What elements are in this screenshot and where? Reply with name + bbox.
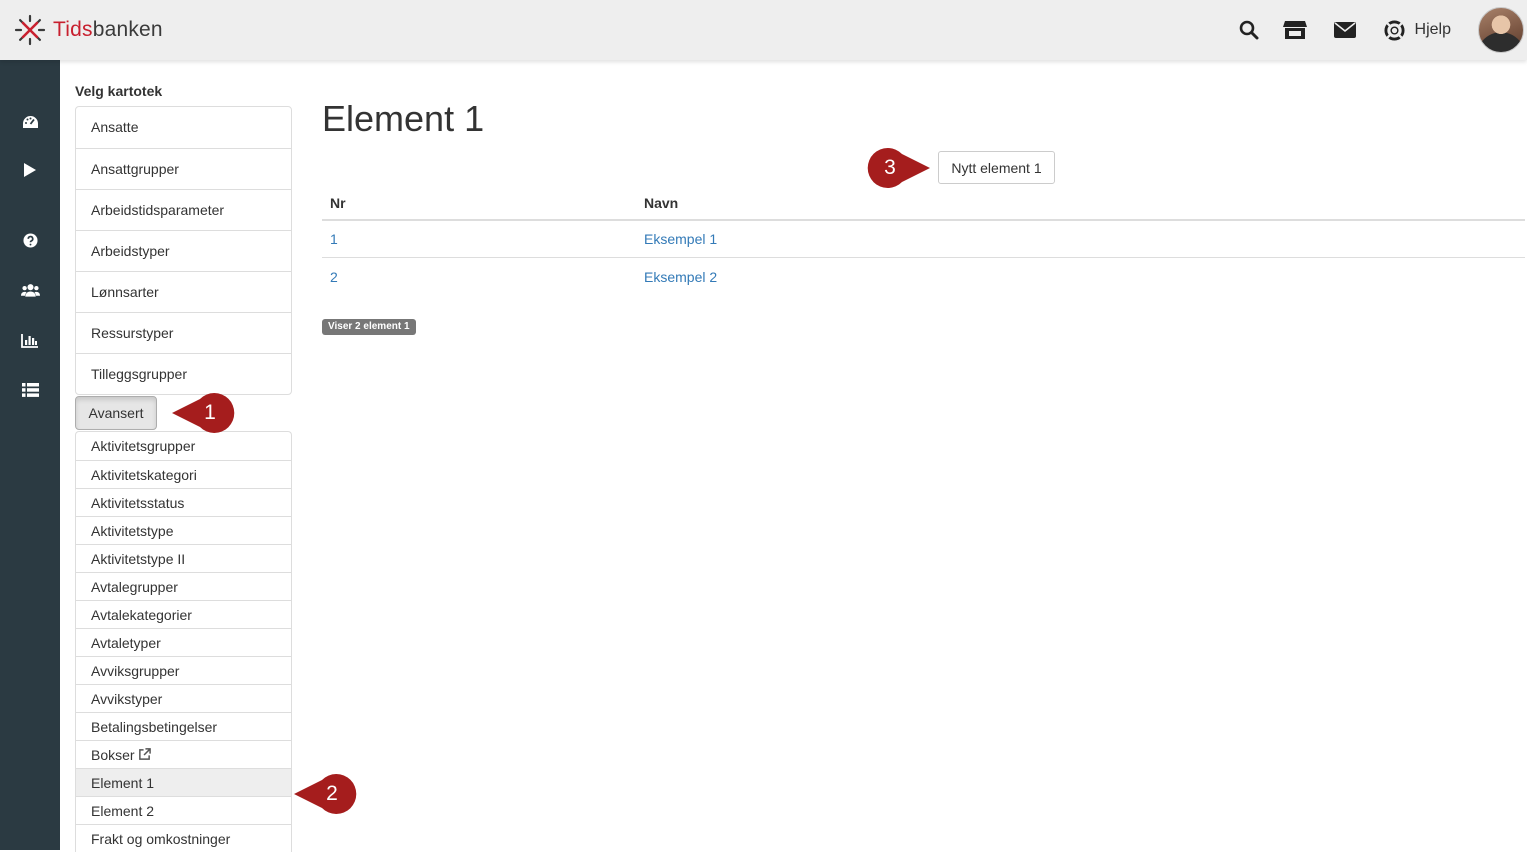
adv-item-frakt-og-omkostninger[interactable]: Frakt og omkostninger [76,824,291,852]
row-navn-link[interactable]: Eksempel 1 [644,231,717,247]
adv-item-element-2[interactable]: Element 2 [76,796,291,824]
row-nr-link[interactable]: 2 [330,269,338,285]
external-link-icon [138,748,151,760]
adv-item-element-1[interactable]: Element 1 [76,768,291,796]
callout-1-number: 1 [204,401,216,424]
adv-item-aktivitetstype[interactable]: Aktivitetstype [76,516,291,544]
avatar[interactable] [1478,7,1524,53]
cabinet-item-arbeidstyper[interactable]: Arbeidstyper [76,230,291,271]
cabinet-item-ansatte[interactable]: Ansatte [76,107,291,148]
adv-item-bokser[interactable]: Bokser [76,740,291,768]
logo-text-part2: banken [92,18,163,41]
bar-chart-icon[interactable] [20,330,40,350]
dashboard-icon[interactable] [20,112,40,132]
callout-1: 1 [172,391,235,435]
callout-3: 3 [866,146,930,190]
elements-table: Nr Navn 1 Eksempel 1 2 Eksempel 2 [322,186,1525,295]
logo-text-part1: Tids [53,18,93,41]
adv-item-aktivitetstype-ii[interactable]: Aktivitetstype II [76,544,291,572]
cabinet-item-ressurstyper[interactable]: Ressurstyper [76,312,291,353]
adv-item-betalingsbetingelser[interactable]: Betalingsbetingelser [76,712,291,740]
adv-item-avviksgrupper[interactable]: Avviksgrupper [76,656,291,684]
left-rail [0,60,60,850]
play-icon[interactable] [20,160,40,180]
envelope-icon[interactable] [1333,18,1357,42]
tidsbanken-logo[interactable]: Tidsbanken [14,13,163,47]
top-bar: Tidsbanken Hjelp [0,0,1527,60]
cabinet-item-tilleggsgrupper[interactable]: Tilleggsgrupper [76,353,291,394]
adv-item-aktivitetsgrupper[interactable]: Aktivitetsgrupper [76,432,291,460]
callout-3-number: 3 [884,156,896,179]
count-badge: Viser 2 element 1 [322,319,416,335]
cabinet-list: Ansatte Ansattgrupper Arbeidstidsparamet… [75,106,292,395]
cabinet-item-arbeidstidsparameter[interactable]: Arbeidstidsparameter [76,189,291,230]
new-element-button[interactable]: Nytt element 1 [938,151,1055,184]
column-header-nr[interactable]: Nr [322,195,636,211]
cabinet-item-ansattgrupper[interactable]: Ansattgrupper [76,148,291,189]
adv-item-bokser-label: Bokser [91,747,135,763]
adv-item-avtaletyper[interactable]: Avtaletyper [76,628,291,656]
cabinet-title: Velg kartotek [75,83,163,99]
lifebuoy-icon [1383,18,1407,42]
logo-text: Tidsbanken [53,18,163,42]
help-menu[interactable]: Hjelp [1383,18,1451,42]
adv-item-avtalegrupper[interactable]: Avtalegrupper [76,572,291,600]
question-icon[interactable] [20,230,40,250]
table-row: 1 Eksempel 1 [322,221,1525,258]
row-nr-link[interactable]: 1 [330,231,338,247]
advanced-toggle-button[interactable]: Avansert [75,396,157,430]
top-actions: Hjelp [1237,0,1527,60]
adv-item-avvikstyper[interactable]: Avvikstyper [76,684,291,712]
logo-mark-icon [14,14,46,46]
adv-item-avtalekategorier[interactable]: Avtalekategorier [76,600,291,628]
advanced-cabinet-list: Aktivitetsgrupper Aktivitetskategori Akt… [75,431,292,852]
users-icon[interactable] [20,280,40,300]
store-icon[interactable] [1282,18,1307,42]
search-icon[interactable] [1237,18,1261,42]
cabinet-item-lonnsarter[interactable]: Lønnsarter [76,271,291,312]
page-title: Element 1 [322,98,485,139]
help-label: Hjelp [1414,21,1451,38]
adv-item-aktivitetsstatus[interactable]: Aktivitetsstatus [76,488,291,516]
callout-2-number: 2 [326,782,338,805]
adv-item-aktivitetskategori[interactable]: Aktivitetskategori [76,460,291,488]
table-header: Nr Navn [322,186,1525,221]
list-icon[interactable] [20,380,40,400]
callout-2: 2 [294,772,357,816]
table-row: 2 Eksempel 2 [322,258,1525,295]
column-header-navn[interactable]: Navn [636,195,678,211]
row-navn-link[interactable]: Eksempel 2 [644,269,717,285]
